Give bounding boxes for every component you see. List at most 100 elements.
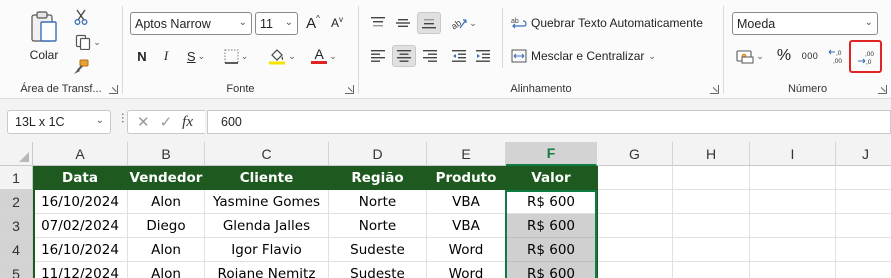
accounting-format-button[interactable]: ⌄	[732, 45, 768, 67]
empty-cell[interactable]	[673, 190, 750, 214]
table-cell[interactable]: Alon	[128, 262, 205, 278]
column-header-c[interactable]: C	[205, 142, 329, 166]
column-header-f[interactable]: F	[506, 142, 597, 166]
comma-style-button[interactable]: 000	[798, 45, 822, 67]
table-cell[interactable]: Glenda Jalles	[205, 214, 329, 238]
font-name-combo[interactable]: Aptos Narrow ⌄	[130, 12, 252, 35]
align-right-button[interactable]	[419, 45, 441, 67]
column-header-h[interactable]: H	[673, 142, 750, 166]
table-header-cell[interactable]: Valor	[506, 166, 597, 190]
bold-button[interactable]: N	[132, 45, 152, 67]
table-cell[interactable]: Sudeste	[329, 238, 427, 262]
align-middle-button[interactable]	[392, 12, 414, 34]
column-header-a[interactable]: A	[33, 142, 128, 166]
empty-cell[interactable]	[597, 262, 673, 278]
table-cell[interactable]: 16/10/2024	[33, 238, 128, 262]
empty-cell[interactable]	[750, 262, 836, 278]
row-header-3[interactable]: 3	[0, 214, 33, 238]
copy-button[interactable]: ⌄	[70, 32, 106, 52]
table-cell[interactable]: VBA	[427, 190, 506, 214]
column-header-i[interactable]: I	[750, 142, 836, 166]
empty-cell[interactable]	[597, 190, 673, 214]
empty-cell[interactable]	[673, 166, 750, 190]
align-top-button[interactable]	[367, 12, 389, 34]
borders-button[interactable]: ⌄	[219, 45, 253, 67]
empty-cell[interactable]	[673, 214, 750, 238]
empty-cell[interactable]	[673, 238, 750, 262]
underline-button[interactable]: S ⌄	[179, 45, 213, 67]
empty-cell[interactable]	[836, 238, 891, 262]
select-all-button[interactable]	[0, 142, 33, 166]
cut-button[interactable]	[70, 7, 92, 27]
number-format-combo[interactable]: Moeda ⌄	[732, 12, 878, 35]
orientation-button[interactable]: ab ⌄	[448, 12, 480, 34]
table-cell[interactable]: Alon	[128, 190, 205, 214]
column-header-g[interactable]: G	[597, 142, 673, 166]
table-cell[interactable]: Sudeste	[329, 262, 427, 278]
empty-cell[interactable]	[836, 214, 891, 238]
table-header-cell[interactable]: Região	[329, 166, 427, 190]
column-header-b[interactable]: B	[128, 142, 205, 166]
font-size-combo[interactable]: 11 ⌄	[255, 12, 298, 35]
empty-cell[interactable]	[597, 214, 673, 238]
table-header-cell[interactable]: Data	[33, 166, 128, 190]
empty-cell[interactable]	[836, 190, 891, 214]
font-color-button[interactable]: A ⌄	[305, 45, 343, 67]
italic-button[interactable]: I	[156, 45, 176, 67]
table-cell[interactable]: Word	[427, 262, 506, 278]
row-header-1[interactable]: 1	[0, 166, 33, 190]
column-header-j[interactable]: J	[836, 142, 891, 166]
table-cell[interactable]: 16/10/2024	[33, 190, 128, 214]
align-left-button[interactable]	[367, 45, 389, 67]
row-header-5[interactable]: 5	[0, 262, 33, 278]
formula-input[interactable]: 600	[207, 110, 891, 134]
confirm-icon[interactable]: ✓	[160, 113, 173, 131]
font-launcher-icon[interactable]	[345, 85, 354, 94]
empty-cell[interactable]	[597, 166, 673, 190]
format-painter-button[interactable]	[70, 57, 92, 77]
empty-cell[interactable]	[750, 190, 836, 214]
grow-font-button[interactable]: A ^	[303, 12, 323, 34]
table-header-cell[interactable]: Cliente	[205, 166, 329, 190]
name-box[interactable]: 13L x 1C ⌄	[7, 110, 111, 134]
wrap-text-button[interactable]: ab Quebrar Texto Automaticamente	[511, 12, 711, 34]
fill-color-button[interactable]: ⌄	[263, 45, 301, 67]
empty-cell[interactable]	[836, 166, 891, 190]
insert-function-icon[interactable]: fx	[182, 114, 193, 131]
table-cell[interactable]: Norte	[329, 190, 427, 214]
number-launcher-icon[interactable]	[878, 85, 887, 94]
align-center-button[interactable]	[392, 45, 416, 67]
shrink-font-button[interactable]: Av	[327, 12, 347, 34]
table-cell[interactable]: VBA	[427, 214, 506, 238]
empty-cell[interactable]	[673, 262, 750, 278]
table-cell[interactable]: 07/02/2024	[33, 214, 128, 238]
cancel-icon[interactable]: ✕	[137, 113, 150, 131]
table-cell[interactable]: Yasmine Gomes	[205, 190, 329, 214]
percent-style-button[interactable]: %	[774, 45, 794, 67]
table-cell[interactable]: Word	[427, 238, 506, 262]
table-header-cell[interactable]: Produto	[427, 166, 506, 190]
decrease-indent-button[interactable]	[448, 45, 470, 67]
empty-cell[interactable]	[750, 166, 836, 190]
merge-center-button[interactable]: Mesclar e Centralizar ⌄	[511, 45, 681, 67]
paste-button[interactable]: Colar	[24, 6, 64, 66]
decrease-decimal-button[interactable]: ,00 ,0	[849, 40, 882, 73]
table-header-cell[interactable]: Vendedor	[128, 166, 205, 190]
empty-cell[interactable]	[750, 214, 836, 238]
empty-cell[interactable]	[750, 238, 836, 262]
increase-indent-button[interactable]	[472, 45, 494, 67]
table-cell[interactable]: Diego	[128, 214, 205, 238]
column-header-e[interactable]: E	[427, 142, 506, 166]
row-header-2[interactable]: 2	[0, 190, 33, 214]
align-bottom-button[interactable]	[417, 12, 441, 34]
clipboard-launcher-icon[interactable]	[109, 85, 118, 94]
empty-cell[interactable]	[836, 262, 891, 278]
alignment-launcher-icon[interactable]	[710, 85, 719, 94]
table-cell[interactable]: Alon	[128, 238, 205, 262]
spreadsheet-grid[interactable]: A B C D E F G H I J 1 2 3 4 5 Data Vende…	[0, 142, 891, 278]
row-header-4[interactable]: 4	[0, 238, 33, 262]
column-header-d[interactable]: D	[329, 142, 427, 166]
increase-decimal-button[interactable]: ,0 ,00	[826, 45, 848, 67]
table-cell[interactable]: Norte	[329, 214, 427, 238]
table-cell[interactable]: Igor Flavio	[205, 238, 329, 262]
